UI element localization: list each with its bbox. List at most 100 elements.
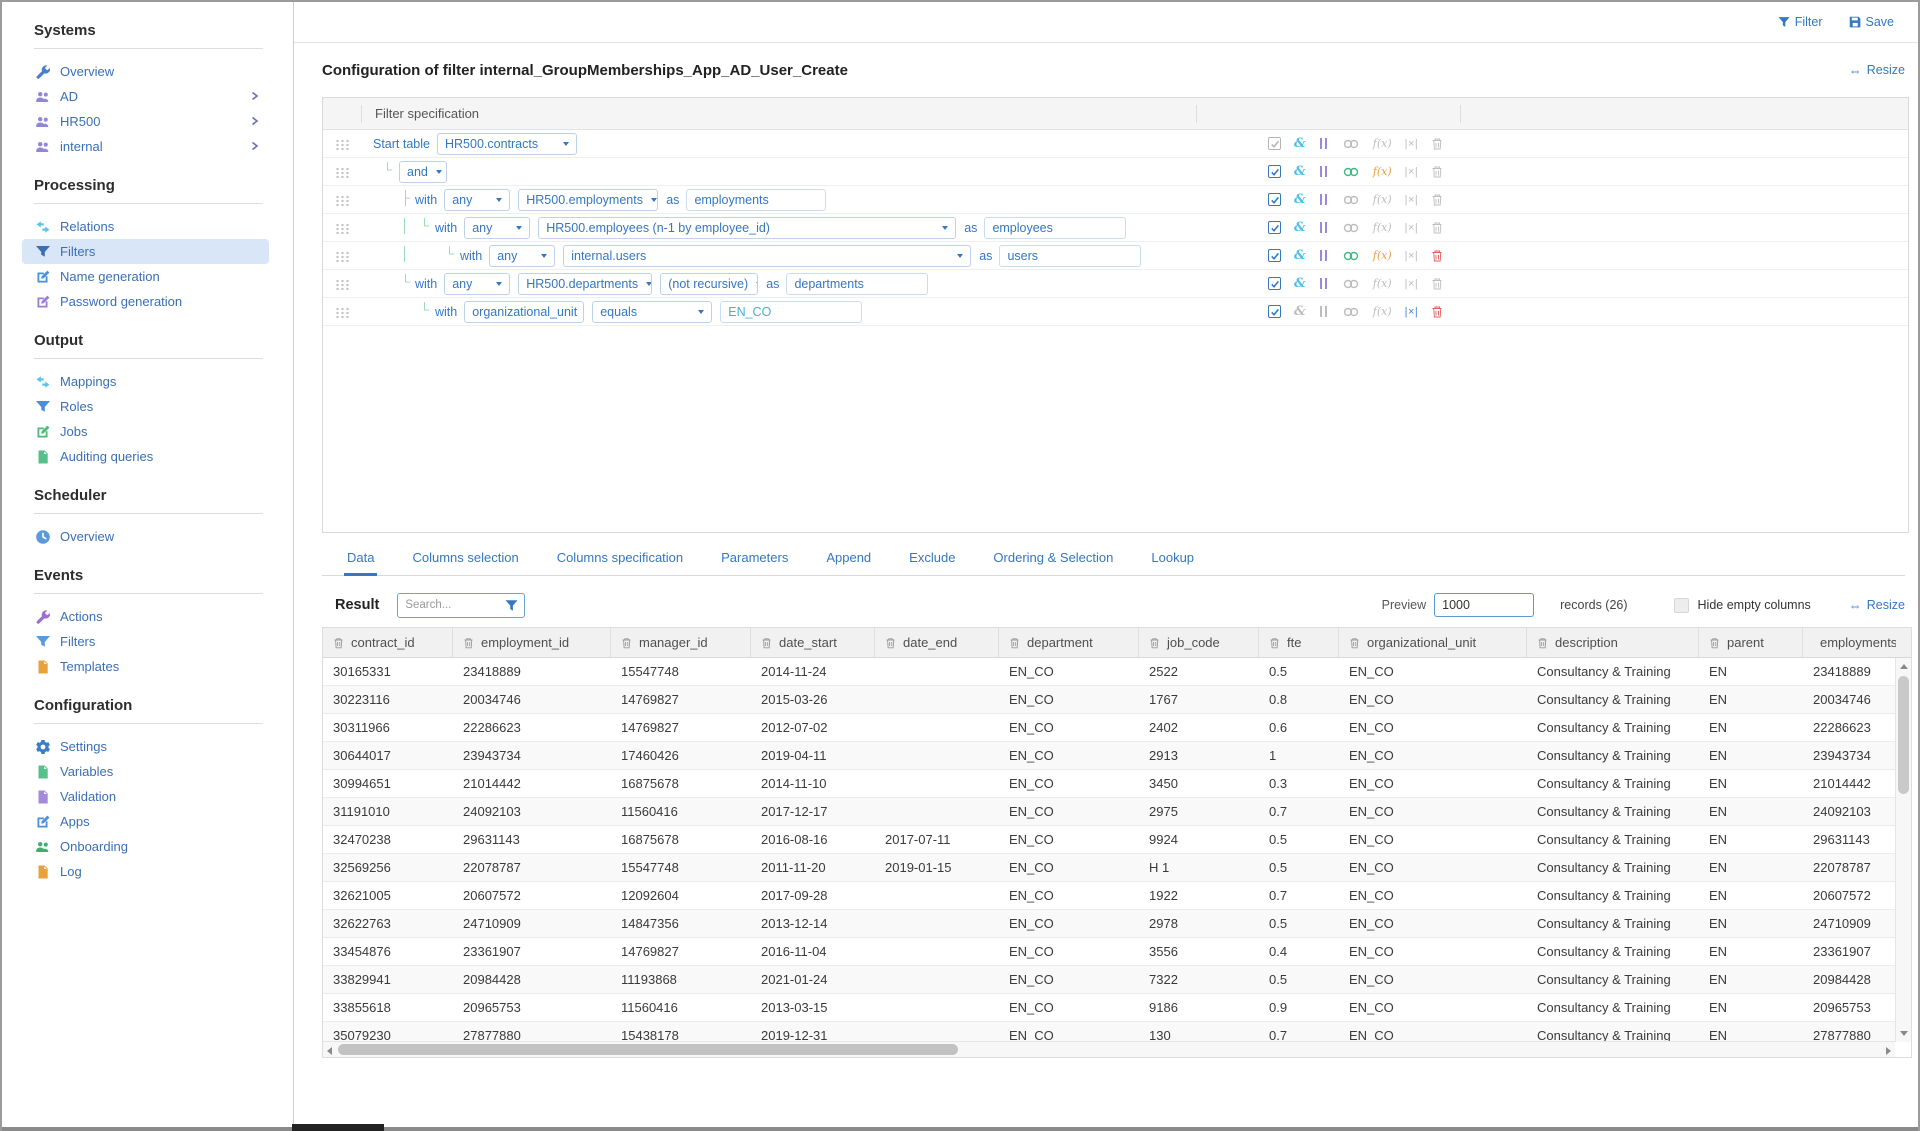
function-icon[interactable]: f(x) (1373, 137, 1392, 150)
sidebar-item-scheduler-overview[interactable]: Overview (22, 524, 269, 549)
column-header-job-code[interactable]: job_code (1139, 628, 1259, 657)
exclude-icon[interactable]: |×| (1405, 306, 1419, 318)
table-row[interactable]: 3385561820965753115604162013-03-15EN_CO9… (323, 994, 1911, 1022)
enabled-checkbox[interactable] (1268, 305, 1281, 318)
exclude-icon[interactable]: |×| (1405, 138, 1419, 150)
sidebar-item-configuration-settings[interactable]: Settings (22, 734, 269, 759)
and-condition-icon[interactable]: & (1294, 164, 1306, 179)
drag-handle[interactable] (335, 167, 350, 178)
scroll-up-arrow[interactable] (1900, 664, 1908, 669)
scroll-right-arrow[interactable] (1886, 1047, 1891, 1055)
table-row[interactable]: 3031196622286623147698272012-07-02EN_CO2… (323, 714, 1911, 742)
vertical-scrollbar[interactable] (1895, 658, 1911, 1042)
parallel-icon[interactable] (1319, 138, 1329, 149)
select-internal-users[interactable]: internal.users (563, 245, 971, 267)
and-condition-icon[interactable]: & (1294, 220, 1306, 235)
column-header-fte[interactable]: fte (1259, 628, 1339, 657)
function-icon[interactable]: f(x) (1373, 221, 1392, 234)
column-header-employment-id[interactable]: employment_id (453, 628, 611, 657)
column-header-department[interactable]: department (999, 628, 1139, 657)
trash-icon[interactable] (1431, 221, 1443, 234)
drag-handle[interactable] (335, 307, 350, 318)
tab-columns-selection[interactable]: Columns selection (409, 542, 521, 576)
hide-empty-columns-checkbox[interactable] (1674, 598, 1689, 613)
and-condition-icon[interactable]: & (1294, 136, 1306, 151)
table-row[interactable]: 3262100520607572120926042017-09-28EN_CO1… (323, 882, 1911, 910)
select-hr500-employees-n-1-by-employee-id-[interactable]: HR500.employees (n-1 by employee_id) (538, 217, 956, 239)
link-icon[interactable] (1342, 139, 1360, 149)
parallel-icon[interactable] (1319, 306, 1329, 317)
parallel-icon[interactable] (1319, 278, 1329, 289)
tab-append[interactable]: Append (823, 542, 874, 576)
and-condition-icon[interactable]: & (1294, 248, 1306, 263)
table-row[interactable]: 3022311620034746147698272015-03-26EN_CO1… (323, 686, 1911, 714)
tab-parameters[interactable]: Parameters (718, 542, 791, 576)
save-button[interactable]: Save (1849, 15, 1895, 29)
input-en-co[interactable]: EN_CO (720, 301, 862, 323)
column-header-employments-e[interactable]: employments.e (1803, 628, 1896, 657)
enabled-checkbox[interactable] (1268, 249, 1281, 262)
select-hr500-employments[interactable]: HR500.employments (518, 189, 658, 211)
tab-lookup[interactable]: Lookup (1148, 542, 1197, 576)
table-row[interactable]: 3507923027877880154381782019-12-31EN_CO1… (323, 1022, 1911, 1042)
column-header-date-end[interactable]: date_end (875, 628, 999, 657)
column-header-contract-id[interactable]: contract_id (323, 628, 453, 657)
trash-icon[interactable] (1431, 137, 1443, 150)
sidebar-item-systems-ad[interactable]: AD (22, 84, 269, 109)
link-icon[interactable] (1342, 167, 1360, 177)
column-header-date-start[interactable]: date_start (751, 628, 875, 657)
table-row[interactable]: 3119101024092103115604162017-12-17EN_CO2… (323, 798, 1911, 826)
table-row[interactable]: 3247023829631143168756782016-08-162017-0… (323, 826, 1911, 854)
sidebar-item-configuration-log[interactable]: Log (22, 859, 269, 884)
function-icon[interactable]: f(x) (1373, 305, 1392, 318)
function-icon[interactable]: f(x) (1373, 165, 1392, 178)
table-row[interactable]: 3099465121014442168756782014-11-10EN_CO3… (323, 770, 1911, 798)
horizontal-scroll-thumb[interactable] (338, 1044, 958, 1055)
input-employees[interactable]: employees (984, 217, 1126, 239)
drag-handle[interactable] (335, 139, 350, 150)
sidebar-item-configuration-onboarding[interactable]: Onboarding (22, 834, 269, 859)
tab-data[interactable]: Data (344, 542, 377, 576)
input-users[interactable]: users (999, 245, 1141, 267)
and-condition-icon[interactable]: & (1294, 192, 1306, 207)
select-organizational-unit[interactable]: organizational_unit (464, 301, 584, 323)
filter-action-button[interactable]: Filter (1778, 15, 1823, 29)
column-header-organizational-unit[interactable]: organizational_unit (1339, 628, 1527, 657)
link-icon[interactable] (1342, 195, 1360, 205)
sidebar-item-events-filters[interactable]: Filters (22, 629, 269, 654)
select-any[interactable]: any (444, 273, 510, 295)
filter-resize-link[interactable]: ⇔ Resize (1849, 63, 1905, 78)
drag-handle[interactable] (335, 223, 350, 234)
link-icon[interactable] (1342, 279, 1360, 289)
exclude-icon[interactable]: |×| (1405, 194, 1419, 206)
table-row[interactable]: 3262276324710909148473562013-12-14EN_CO2… (323, 910, 1911, 938)
parallel-icon[interactable] (1319, 166, 1329, 177)
column-header-description[interactable]: description (1527, 628, 1699, 657)
drag-handle[interactable] (335, 279, 350, 290)
select-any[interactable]: any (464, 217, 530, 239)
scroll-left-arrow[interactable] (327, 1047, 332, 1055)
function-icon[interactable]: f(x) (1373, 249, 1392, 262)
exclude-icon[interactable]: |×| (1405, 166, 1419, 178)
sidebar-item-configuration-variables[interactable]: Variables (22, 759, 269, 784)
search-funnel-icon[interactable] (505, 599, 518, 612)
table-row[interactable]: 3345487623361907147698272016-11-04EN_CO3… (323, 938, 1911, 966)
trash-icon[interactable] (1431, 249, 1443, 262)
preview-count-input[interactable] (1434, 593, 1534, 617)
trash-icon[interactable] (1431, 165, 1443, 178)
enabled-checkbox[interactable] (1268, 277, 1281, 290)
sidebar-item-configuration-apps[interactable]: Apps (22, 809, 269, 834)
parallel-icon[interactable] (1319, 194, 1329, 205)
table-row[interactable]: 3256925622078787155477482011-11-202019-0… (323, 854, 1911, 882)
result-resize-link[interactable]: ⇔ Resize (1849, 598, 1905, 613)
input-employments[interactable]: employments (686, 189, 826, 211)
sidebar-item-processing-relations[interactable]: Relations (22, 214, 269, 239)
sidebar-item-processing-password-generation[interactable]: Password generation (22, 289, 269, 314)
sidebar-item-systems-hr500[interactable]: HR500 (22, 109, 269, 134)
sidebar-item-configuration-validation[interactable]: Validation (22, 784, 269, 809)
table-row[interactable]: 3016533123418889155477482014-11-24EN_CO2… (323, 658, 1911, 686)
tab-exclude[interactable]: Exclude (906, 542, 958, 576)
trash-icon[interactable] (1431, 193, 1443, 206)
select-any[interactable]: any (489, 245, 555, 267)
sidebar-item-events-templates[interactable]: Templates (22, 654, 269, 679)
